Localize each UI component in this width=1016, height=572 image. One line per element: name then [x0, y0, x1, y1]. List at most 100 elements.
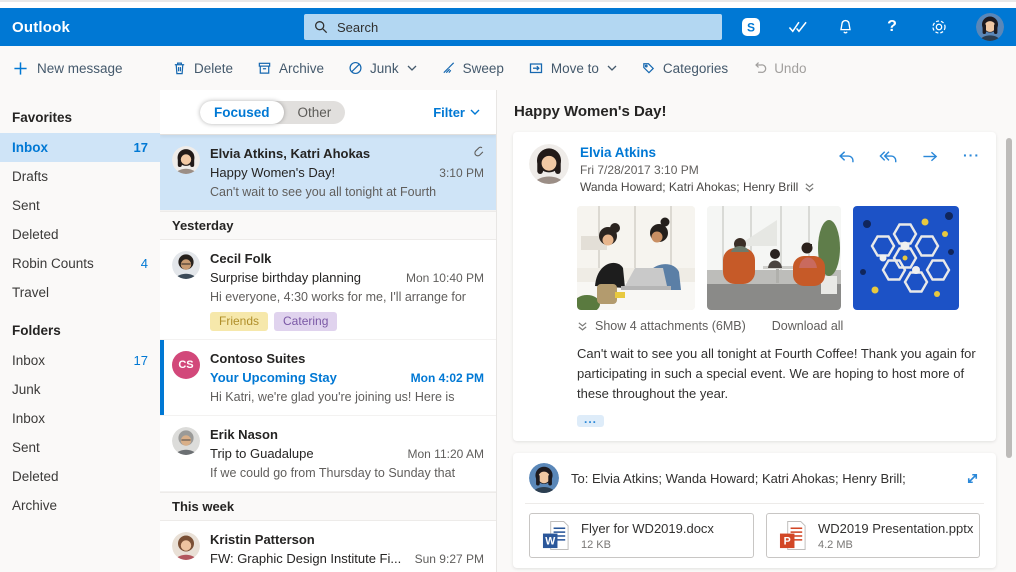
- more-actions-icon[interactable]: ···: [963, 150, 980, 160]
- show-attachments-link[interactable]: Show 4 attachments (6MB): [577, 319, 746, 333]
- junk-button[interactable]: Junk: [348, 60, 417, 76]
- message-row-elvia[interactable]: Elvia Atkins, Katri Ahokas Happy Women's…: [160, 135, 496, 211]
- tab-focused[interactable]: Focused: [200, 101, 284, 124]
- trash-icon: [172, 60, 187, 76]
- chevron-down-icon: [470, 109, 480, 115]
- message-row-erik[interactable]: Erik Nason Trip to Guadalupe Mon 11:20 A…: [160, 416, 496, 492]
- pane-scrollbar[interactable]: [1006, 138, 1012, 458]
- account-avatar[interactable]: [976, 13, 1004, 41]
- attachment-size: 12 KB: [581, 539, 714, 551]
- conversation-subject: Happy Women's Day!: [513, 90, 996, 132]
- sidebar-item-junk[interactable]: Junk: [0, 375, 160, 404]
- sidebar-item-archive[interactable]: Archive: [0, 491, 160, 520]
- outlook-window: Outlook S ?: [0, 0, 1016, 572]
- move-to-button[interactable]: Move to: [528, 60, 617, 76]
- inbox-tabs-row: Focused Other Filter: [160, 90, 496, 135]
- block-icon: [348, 60, 363, 76]
- attachment-chip-powerpoint[interactable]: P WD2019 Presentation.pptx 4.2 MB: [766, 513, 980, 558]
- chevron-down-icon[interactable]: [407, 65, 417, 71]
- sidebar-item-inbox[interactable]: Inbox 17: [0, 346, 160, 375]
- office-table-photo[interactable]: [577, 206, 695, 310]
- double-checkmark-icon[interactable]: [788, 17, 808, 37]
- sidebar-item-label: Archive: [12, 498, 57, 513]
- message-subject: Happy Women's Day!: [210, 163, 431, 182]
- group-header-yesterday: Yesterday: [160, 211, 496, 240]
- toolbar-actions: Delete Archive Junk: [160, 60, 806, 76]
- command-toolbar: New message Delete Archive Junk: [0, 46, 1016, 90]
- powerpoint-file-icon: P: [779, 520, 808, 551]
- folders-header[interactable]: Folders: [0, 317, 160, 346]
- reply-to-field[interactable]: To: Elvia Atkins; Wanda Howard; Katri Ah…: [571, 471, 906, 486]
- reply-icon[interactable]: [838, 150, 855, 164]
- sidebar-item-inbox-favorite[interactable]: Inbox 17: [0, 133, 160, 162]
- expand-composer-icon[interactable]: [965, 471, 980, 486]
- browser-edge-strip: [0, 0, 1016, 8]
- new-message-button[interactable]: New message: [0, 61, 160, 76]
- delete-button[interactable]: Delete: [172, 60, 233, 76]
- message-row-cecil[interactable]: Cecil Folk Surprise birthday planning Mo…: [160, 240, 496, 340]
- message-actions: ···: [838, 144, 980, 194]
- sender-avatar[interactable]: [529, 144, 569, 184]
- reading-pane: Happy Women's Day! Elvia Atkins Fri 7/28…: [497, 90, 1016, 572]
- sidebar-item-deleted-2[interactable]: Deleted: [0, 462, 160, 491]
- sidebar-item-inbox-2[interactable]: Inbox: [0, 404, 160, 433]
- favorites-header[interactable]: Favorites: [0, 104, 160, 133]
- chevron-down-icon[interactable]: [607, 65, 617, 71]
- sidebar-item-sent[interactable]: Sent: [0, 191, 160, 220]
- attachment-size: 4.2 MB: [818, 539, 973, 551]
- sweep-button[interactable]: Sweep: [441, 60, 504, 76]
- tab-other[interactable]: Other: [284, 101, 346, 124]
- tag-friends[interactable]: Friends: [210, 312, 268, 331]
- message-row-contoso[interactable]: CS Contoso Suites Your Upcoming Stay Mon…: [160, 340, 496, 416]
- sender-name[interactable]: Elvia Atkins: [580, 144, 815, 161]
- new-message-label: New message: [37, 61, 123, 76]
- bell-icon[interactable]: [835, 17, 855, 37]
- tag-catering[interactable]: Catering: [274, 312, 337, 331]
- categories-label: Categories: [663, 61, 728, 76]
- reply-all-icon[interactable]: [879, 150, 898, 164]
- sidebar-item-sent-2[interactable]: Sent: [0, 433, 160, 462]
- message-time: Sun 9:27 PM: [415, 550, 484, 569]
- blue-hexagons-photo[interactable]: [853, 206, 959, 310]
- skype-icon[interactable]: S: [741, 17, 761, 37]
- categories-button[interactable]: Categories: [641, 60, 728, 76]
- sidebar-item-label: Inbox: [12, 353, 45, 368]
- focused-other-toggle: Focused Other: [200, 101, 345, 124]
- paperclip-icon: [473, 144, 484, 163]
- chevron-double-down-icon: [577, 321, 588, 332]
- sidebar-item-drafts[interactable]: Drafts: [0, 162, 160, 191]
- message-sender: Contoso Suites: [210, 349, 484, 368]
- download-all-link[interactable]: Download all: [772, 319, 844, 333]
- sidebar-item-deleted[interactable]: Deleted: [0, 220, 160, 249]
- reply-attachments: W Flyer for WD2019.docx 12 KB P WD2019 P…: [529, 513, 980, 558]
- archive-button[interactable]: Archive: [257, 60, 324, 76]
- svg-text:W: W: [545, 536, 556, 548]
- message-time: 3:10 PM: [439, 164, 484, 183]
- search-input[interactable]: [337, 20, 712, 35]
- message-sender: Cecil Folk: [210, 249, 484, 268]
- show-details-chevrons-icon[interactable]: [804, 182, 815, 193]
- attachment-name: WD2019 Presentation.pptx: [818, 521, 973, 536]
- office-lounge-photo[interactable]: [707, 206, 841, 310]
- message-summary: Elvia Atkins, Katri Ahokas Happy Women's…: [210, 144, 484, 202]
- message-time: Mon 4:02 PM: [411, 369, 484, 388]
- junk-label: Junk: [370, 61, 399, 76]
- app-logo[interactable]: Outlook: [12, 19, 70, 36]
- filter-button[interactable]: Filter: [433, 105, 480, 120]
- message-date: Fri 7/28/2017 3:10 PM: [580, 163, 815, 177]
- search-bar[interactable]: [304, 14, 722, 40]
- recipients-line: Wanda Howard; Katri Ahokas; Henry Brill: [580, 180, 798, 194]
- message-row-kristin[interactable]: Kristin Patterson FW: Graphic Design Ins…: [160, 521, 496, 572]
- attachment-chip-word[interactable]: W Flyer for WD2019.docx 12 KB: [529, 513, 754, 558]
- message-list: Focused Other Filter Elvia Atkins, Katri…: [160, 90, 497, 572]
- sidebar-item-travel[interactable]: Travel: [0, 278, 160, 307]
- divider: [525, 503, 984, 504]
- undo-button[interactable]: Undo: [752, 60, 806, 76]
- avatar: [172, 427, 200, 455]
- forward-icon[interactable]: [922, 150, 939, 163]
- help-icon[interactable]: ?: [882, 17, 902, 37]
- sidebar-item-robin-counts[interactable]: Robin Counts 4: [0, 249, 160, 278]
- sweep-broom-icon: [441, 60, 456, 76]
- settings-gear-icon[interactable]: [929, 17, 949, 37]
- trimmed-content-button[interactable]: ...: [577, 415, 604, 427]
